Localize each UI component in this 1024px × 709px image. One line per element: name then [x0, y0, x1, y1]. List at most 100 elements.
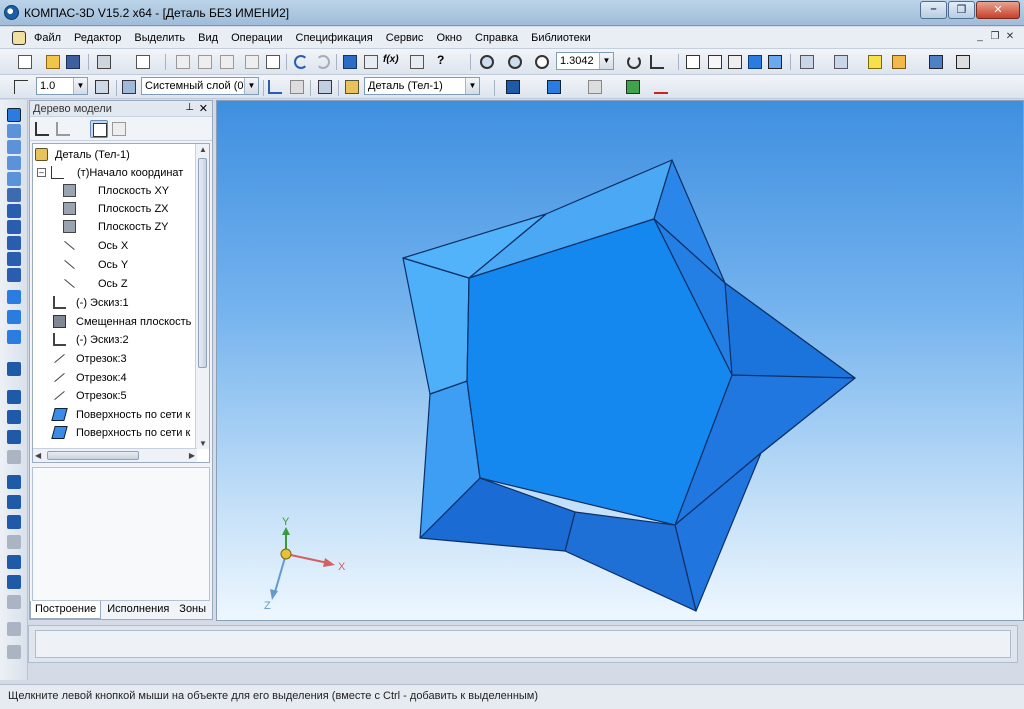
hole-icon[interactable] [7, 495, 21, 509]
scroll-up-icon[interactable]: ▲ [199, 145, 207, 154]
doc-restore-icon[interactable]: ❐ [989, 31, 1001, 43]
properties-button[interactable] [264, 53, 282, 71]
spatial-curves-icon[interactable] [7, 124, 21, 138]
calculator-button[interactable] [954, 53, 972, 71]
variables-button[interactable]: f(x) [383, 53, 401, 71]
menu-specification[interactable]: Спецификация [296, 32, 373, 44]
tree-sort-button[interactable] [54, 120, 72, 138]
manager-button[interactable] [341, 53, 359, 71]
orientation-button[interactable] [648, 53, 666, 71]
part-settings-button[interactable] [343, 78, 361, 96]
scroll-left-icon[interactable]: ◀ [35, 451, 41, 460]
perspective-button[interactable] [586, 78, 604, 96]
thin-lines-button[interactable] [726, 53, 744, 71]
wireframe-button[interactable] [684, 53, 702, 71]
chevron-down-icon[interactable]: ▼ [465, 78, 479, 94]
library-button[interactable] [927, 53, 945, 71]
text-style-button[interactable] [652, 78, 670, 96]
menu-window[interactable]: Окно [436, 32, 462, 44]
step-button[interactable] [12, 78, 30, 96]
menu-editor[interactable]: Редактор [74, 32, 121, 44]
tab-build[interactable]: Построение [30, 601, 102, 619]
shaded-button[interactable] [746, 53, 764, 71]
gray-tool-icon[interactable] [7, 645, 21, 659]
home-view-button[interactable] [890, 53, 908, 71]
layer-field[interactable]: Системный слой (0) ▼ [141, 77, 259, 95]
build-button[interactable] [624, 78, 642, 96]
auxiliary-geometry-icon[interactable] [7, 172, 21, 186]
shell-icon[interactable] [7, 450, 21, 464]
view-orientation-button[interactable] [504, 78, 522, 96]
snap-button[interactable] [93, 78, 111, 96]
scroll-right-icon[interactable]: ▶ [189, 451, 195, 460]
draft-icon[interactable] [7, 515, 21, 529]
chevron-down-icon[interactable]: ▼ [244, 78, 258, 94]
measure-button[interactable] [408, 53, 426, 71]
menu-select[interactable]: Выделить [134, 32, 185, 44]
menu-view[interactable]: Вид [198, 32, 218, 44]
select-filter-button[interactable] [798, 53, 816, 71]
menu-service[interactable]: Сервис [386, 32, 424, 44]
rotate-button[interactable] [625, 53, 643, 71]
arrays-icon[interactable] [7, 156, 21, 170]
scroll-down-icon[interactable]: ▼ [199, 439, 207, 448]
redo-button[interactable] [314, 53, 332, 71]
sheet-body-icon[interactable] [7, 236, 21, 250]
print-button[interactable] [95, 53, 113, 71]
surfaces-icon[interactable] [7, 140, 21, 154]
collapse-icon[interactable]: – [37, 168, 46, 177]
loft-icon[interactable] [7, 362, 21, 376]
save-button[interactable] [64, 53, 82, 71]
tree-horizontal-scrollbar[interactable]: ◀ ▶ [33, 448, 197, 462]
elements-icon[interactable] [7, 252, 21, 266]
tab-versions[interactable]: Исполнения [103, 601, 173, 619]
zoom-window-button[interactable] [478, 53, 496, 71]
undo-button[interactable] [292, 53, 310, 71]
document-icon[interactable] [12, 31, 26, 45]
chamfer-icon[interactable] [7, 430, 21, 444]
measure-diagnostics-icon[interactable] [7, 220, 21, 234]
zoom-button[interactable] [533, 53, 551, 71]
paste-button[interactable] [218, 53, 236, 71]
table-button[interactable] [362, 53, 380, 71]
scroll-thumb[interactable] [198, 158, 207, 368]
menu-libraries[interactable]: Библиотеки [531, 32, 591, 44]
step-field[interactable]: 1.0 ▼ [36, 77, 88, 95]
display-button[interactable] [545, 78, 563, 96]
filters-icon[interactable] [7, 204, 21, 218]
preview-button[interactable] [134, 53, 152, 71]
rib-icon[interactable] [7, 475, 21, 489]
chevron-down-icon[interactable]: ▼ [73, 78, 87, 94]
model-canvas[interactable]: X Y Z [217, 101, 1024, 621]
part-field[interactable]: Деталь (Тел-1) ▼ [364, 77, 480, 95]
shaded-edges-button[interactable] [766, 53, 784, 71]
tree-view-button[interactable] [90, 120, 108, 138]
split-icon[interactable] [7, 555, 21, 569]
new-button[interactable] [16, 53, 34, 71]
sketch-button[interactable] [266, 78, 284, 96]
doc-close-icon[interactable]: ✕ [1004, 31, 1016, 43]
star-solid[interactable] [402, 159, 856, 612]
dimensions-icon[interactable] [7, 188, 21, 202]
select-filter2-button[interactable] [832, 53, 850, 71]
tab-zones[interactable]: Зоны [175, 601, 210, 619]
revolve-icon[interactable] [7, 310, 21, 324]
doc-minimize-icon[interactable]: _ [974, 31, 986, 43]
copy-button[interactable] [196, 53, 214, 71]
menu-operations[interactable]: Операции [231, 32, 282, 44]
minimize-button[interactable]: – [920, 1, 947, 19]
scroll-thumb[interactable] [47, 451, 139, 460]
close-button[interactable]: ✕ [976, 1, 1020, 19]
mirror-icon[interactable] [7, 535, 21, 549]
kinematic-icon[interactable] [7, 330, 21, 344]
part-editing-icon[interactable] [7, 108, 21, 122]
tree-export-button[interactable] [110, 120, 128, 138]
lock-icon[interactable] [7, 622, 21, 636]
open-button[interactable] [44, 53, 62, 71]
boolean-icon[interactable] [7, 595, 21, 609]
fillet-icon[interactable] [7, 410, 21, 424]
model-viewport[interactable]: X Y Z [216, 100, 1024, 621]
pin-icon[interactable]: ⊥ [185, 102, 194, 113]
menu-file[interactable]: Файл [34, 32, 61, 44]
layer-settings-button[interactable] [120, 78, 138, 96]
